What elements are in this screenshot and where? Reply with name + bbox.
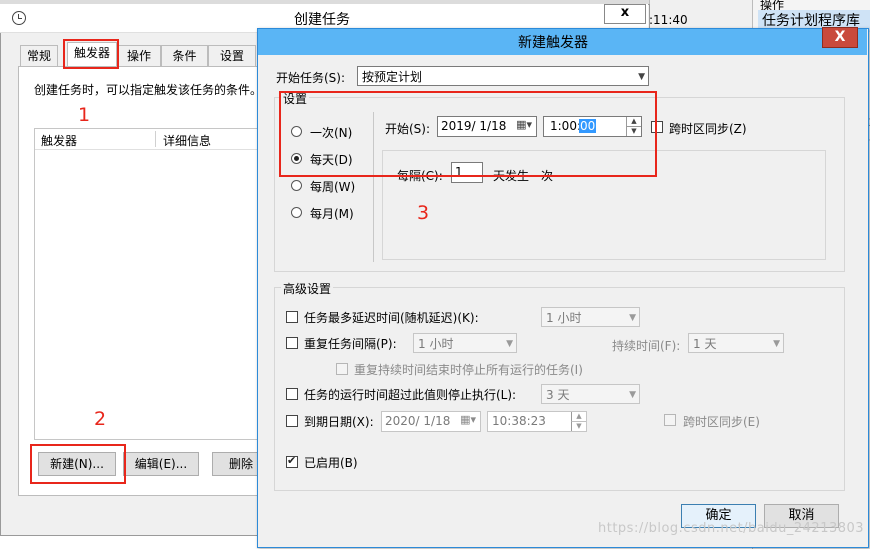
- delay-label[interactable]: 任务最多延迟时间(随机延迟)(K):: [304, 309, 479, 326]
- repeat-interval-select[interactable]: 1 小时 ▼: [413, 333, 517, 353]
- column-divider: [155, 131, 156, 147]
- duration-select[interactable]: 1 天 ▼: [688, 333, 784, 353]
- background-time: :11:40: [649, 13, 688, 27]
- edit-trigger-button[interactable]: 编辑(E)...: [123, 452, 199, 476]
- column-header-details[interactable]: 详细信息: [163, 132, 211, 149]
- annotation-box-triggers-tab: [63, 39, 119, 69]
- repeat-label[interactable]: 重复任务间隔(P):: [304, 335, 397, 352]
- chevron-down-icon: ▼: [773, 339, 780, 349]
- delay-checkbox[interactable]: [286, 311, 298, 323]
- repeat-checkbox[interactable]: [286, 337, 298, 349]
- start-sync-tz-label[interactable]: 跨时区同步(Z): [669, 120, 747, 137]
- expire-checkbox[interactable]: [286, 415, 298, 427]
- create-task-title: 创建任务: [294, 12, 350, 28]
- annotation-number-2: 2: [94, 408, 107, 430]
- expire-time-value: 10:38:23: [492, 414, 546, 428]
- schedule-weekly-radio[interactable]: [291, 180, 302, 191]
- enabled-checkbox[interactable]: [286, 454, 298, 468]
- close-button[interactable]: x: [604, 4, 646, 24]
- spin-down-icon[interactable]: ▼: [571, 422, 586, 431]
- stop-all-checkbox[interactable]: [336, 363, 348, 375]
- expire-sync-tz-label[interactable]: 跨时区同步(E): [683, 413, 760, 430]
- annotation-box-settings: [279, 91, 657, 177]
- expire-date-picker[interactable]: 2020/ 1/18 ▦▾: [381, 411, 481, 432]
- tab-actions[interactable]: 操作: [117, 45, 161, 66]
- annotation-number-3: 3: [417, 202, 430, 224]
- begin-task-select[interactable]: 按预定计划 ▼: [357, 66, 649, 86]
- expire-label[interactable]: 到期日期(X):: [304, 413, 374, 430]
- chevron-down-icon: ▼: [638, 72, 645, 82]
- enabled-label[interactable]: 已启用(B): [304, 454, 358, 471]
- delay-value: 1 小时: [546, 311, 582, 325]
- duration-value: 1 天: [693, 337, 717, 351]
- schedule-monthly-radio[interactable]: [291, 207, 302, 218]
- column-header-trigger[interactable]: 触发器: [41, 132, 77, 149]
- schedule-weekly-label[interactable]: 每周(W): [310, 178, 355, 195]
- delay-select[interactable]: 1 小时 ▼: [541, 307, 640, 327]
- stop-if-longer-value: 3 天: [546, 388, 570, 402]
- begin-task-value: 按预定计划: [362, 70, 423, 84]
- repeat-interval-value: 1 小时: [418, 337, 454, 351]
- stop-all-label[interactable]: 重复持续时间结束时停止所有运行的任务(I): [354, 361, 583, 378]
- duration-label: 持续时间(F):: [612, 339, 681, 353]
- chevron-down-icon: ▼: [629, 390, 636, 400]
- expire-date-value: 2020/ 1/18: [385, 414, 451, 428]
- close-button[interactable]: X: [822, 27, 858, 48]
- clock-icon: [12, 11, 26, 25]
- expire-sync-tz-checkbox[interactable]: [664, 414, 676, 426]
- spin-up-icon[interactable]: ▲: [571, 412, 586, 422]
- stop-if-longer-label[interactable]: 任务的运行时间超过此值则停止执行(L):: [304, 386, 516, 403]
- new-trigger-title: 新建触发器: [518, 35, 588, 51]
- annotation-box-new-button: [30, 444, 126, 484]
- annotation-number-1: 1: [78, 104, 91, 126]
- trigger-list-header: 触发器 详细信息: [35, 129, 265, 150]
- stop-if-longer-checkbox[interactable]: [286, 388, 298, 400]
- tab-conditions[interactable]: 条件: [161, 45, 208, 66]
- schedule-monthly-label[interactable]: 每月(M): [310, 205, 354, 222]
- expire-time-stepper[interactable]: 10:38:23 ▲ ▼: [487, 411, 587, 432]
- begin-task-label: 开始任务(S):: [276, 71, 346, 85]
- tab-general[interactable]: 常规: [20, 45, 58, 66]
- trigger-list[interactable]: [34, 128, 266, 440]
- watermark: https://blog.csdn.net/baidu_24213803: [598, 521, 865, 536]
- advanced-group-label: 高级设置: [281, 280, 334, 297]
- stop-if-longer-select[interactable]: 3 天 ▼: [541, 384, 640, 404]
- chevron-down-icon: ▼: [506, 339, 513, 349]
- calendar-icon[interactable]: ▦▾: [460, 413, 476, 426]
- chevron-down-icon: ▼: [629, 313, 636, 323]
- trigger-description: 创建任务时，可以指定触发该任务的条件。: [34, 83, 263, 97]
- tab-settings[interactable]: 设置: [208, 45, 256, 66]
